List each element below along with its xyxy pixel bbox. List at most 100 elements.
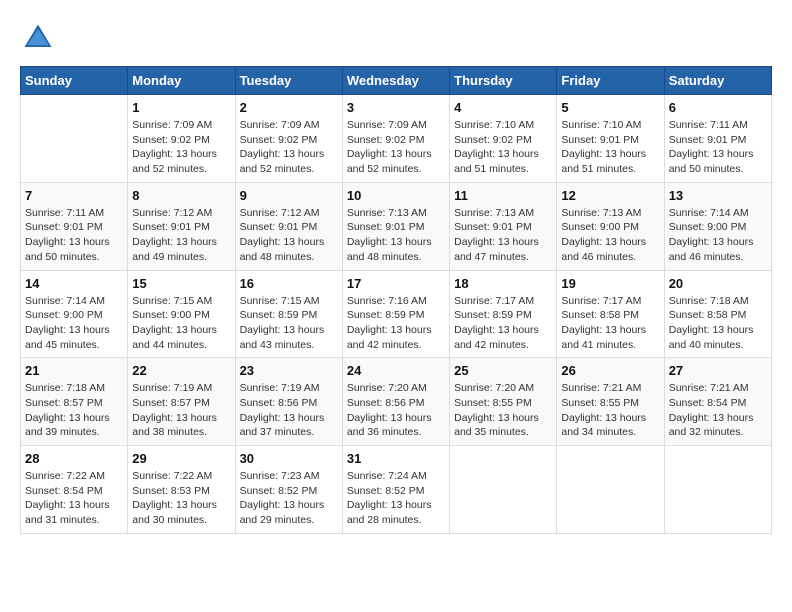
day-cell: 2Sunrise: 7:09 AMSunset: 9:02 PMDaylight… (235, 95, 342, 183)
day-number: 19 (561, 276, 659, 291)
day-cell (21, 95, 128, 183)
day-number: 25 (454, 363, 552, 378)
day-cell: 6 Sunrise: 7:11 AMSunset: 9:01 PMDaylight… (664, 95, 771, 183)
week-row-3: 14 Sunrise: 7:14 AMSunset: 9:00 PMDayligh… (21, 270, 772, 358)
day-number: 8 (132, 188, 230, 203)
day-number: 9 (240, 188, 338, 203)
day-info: Sunrise: 7:18 AMSunset: 8:57 PMDaylight:… (25, 381, 123, 440)
day-number: 12 (561, 188, 659, 203)
day-number: 21 (25, 363, 123, 378)
day-info: Sunrise: 7:19 AMSunset: 8:56 PMDaylight:… (240, 381, 338, 440)
day-number: 14 (25, 276, 123, 291)
day-info: Sunrise: 7:15 AMSunset: 9:00 PMDaylight:… (132, 294, 230, 353)
header-cell-sunday: Sunday (21, 67, 128, 95)
day-number: 5 (561, 100, 659, 115)
day-number: 15 (132, 276, 230, 291)
day-number: 1 (132, 100, 230, 115)
day-info: Sunrise: 7:24 AMSunset: 8:52 PMDaylight:… (347, 469, 445, 528)
page-header (20, 20, 772, 56)
day-number: 30 (240, 451, 338, 466)
day-cell: 21 Sunrise: 7:18 AMSunset: 8:57 PMDayligh… (21, 358, 128, 446)
day-cell: 1 Sunrise: 7:09 AMSunset: 9:02 PMDaylight… (128, 95, 235, 183)
day-cell: 26 Sunrise: 7:21 AMSunset: 8:55 PMDayligh… (557, 358, 664, 446)
header-cell-saturday: Saturday (664, 67, 771, 95)
day-number: 27 (669, 363, 767, 378)
day-cell (557, 446, 664, 534)
day-cell: 29 Sunrise: 7:22 AMSunset: 8:53 PMDayligh… (128, 446, 235, 534)
day-info: Sunrise: 7:11 AMSunset: 9:01 PMDaylight:… (669, 118, 767, 177)
day-cell: 7Sunrise: 7:11 AMSunset: 9:01 PMDaylight… (21, 182, 128, 270)
day-info: Sunrise: 7:09 AMSunset: 9:02 PMDaylight:… (240, 118, 338, 177)
day-number: 11 (454, 188, 552, 203)
day-cell: 10Sunrise: 7:13 AMSunset: 9:01 PMDayligh… (342, 182, 449, 270)
header-cell-monday: Monday (128, 67, 235, 95)
day-cell: 22 Sunrise: 7:19 AMSunset: 8:57 PMDayligh… (128, 358, 235, 446)
day-info: Sunrise: 7:14 AMSunset: 9:00 PMDaylight:… (25, 294, 123, 353)
day-info: Sunrise: 7:12 AMSunset: 9:01 PMDaylight:… (132, 206, 230, 265)
day-number: 29 (132, 451, 230, 466)
day-cell: 18 Sunrise: 7:17 AMSunset: 8:59 PMDayligh… (450, 270, 557, 358)
day-info: Sunrise: 7:20 AMSunset: 8:56 PMDaylight:… (347, 381, 445, 440)
day-cell: 14 Sunrise: 7:14 AMSunset: 9:00 PMDayligh… (21, 270, 128, 358)
day-number: 26 (561, 363, 659, 378)
day-info: Sunrise: 7:09 AMSunset: 9:02 PMDaylight:… (347, 118, 445, 177)
day-cell: 8 Sunrise: 7:12 AMSunset: 9:01 PMDaylight… (128, 182, 235, 270)
day-info: Sunrise: 7:19 AMSunset: 8:57 PMDaylight:… (132, 381, 230, 440)
day-cell: 30 Sunrise: 7:23 AMSunset: 8:52 PMDayligh… (235, 446, 342, 534)
day-info: Sunrise: 7:17 AMSunset: 8:58 PMDaylight:… (561, 294, 659, 353)
day-info: Sunrise: 7:12 AMSunset: 9:01 PMDaylight:… (240, 206, 338, 265)
day-cell (450, 446, 557, 534)
day-number: 28 (25, 451, 123, 466)
header-cell-friday: Friday (557, 67, 664, 95)
day-number: 20 (669, 276, 767, 291)
day-cell: 9 Sunrise: 7:12 AMSunset: 9:01 PMDaylight… (235, 182, 342, 270)
day-info: Sunrise: 7:20 AMSunset: 8:55 PMDaylight:… (454, 381, 552, 440)
day-info: Sunrise: 7:17 AMSunset: 8:59 PMDaylight:… (454, 294, 552, 353)
day-number: 4 (454, 100, 552, 115)
day-number: 18 (454, 276, 552, 291)
week-row-1: 1 Sunrise: 7:09 AMSunset: 9:02 PMDaylight… (21, 95, 772, 183)
day-number: 23 (240, 363, 338, 378)
calendar-table: SundayMondayTuesdayWednesdayThursdayFrid… (20, 66, 772, 534)
day-number: 17 (347, 276, 445, 291)
header-cell-tuesday: Tuesday (235, 67, 342, 95)
day-cell: 27Sunrise: 7:21 AMSunset: 8:54 PMDayligh… (664, 358, 771, 446)
day-info: Sunrise: 7:18 AMSunset: 8:58 PMDaylight:… (669, 294, 767, 353)
day-info: Sunrise: 7:21 AMSunset: 8:55 PMDaylight:… (561, 381, 659, 440)
day-cell: 5 Sunrise: 7:10 AMSunset: 9:01 PMDaylight… (557, 95, 664, 183)
day-info: Sunrise: 7:13 AMSunset: 9:00 PMDaylight:… (561, 206, 659, 265)
day-number: 31 (347, 451, 445, 466)
week-row-2: 7Sunrise: 7:11 AMSunset: 9:01 PMDaylight… (21, 182, 772, 270)
logo-icon (20, 20, 56, 56)
calendar-body: 1 Sunrise: 7:09 AMSunset: 9:02 PMDaylight… (21, 95, 772, 534)
day-number: 24 (347, 363, 445, 378)
logo (20, 20, 60, 56)
day-cell: 19 Sunrise: 7:17 AMSunset: 8:58 PMDayligh… (557, 270, 664, 358)
day-cell: 24 Sunrise: 7:20 AMSunset: 8:56 PMDayligh… (342, 358, 449, 446)
day-cell: 4Sunrise: 7:10 AMSunset: 9:02 PMDaylight… (450, 95, 557, 183)
day-cell: 3Sunrise: 7:09 AMSunset: 9:02 PMDaylight… (342, 95, 449, 183)
day-number: 6 (669, 100, 767, 115)
day-info: Sunrise: 7:22 AMSunset: 8:53 PMDaylight:… (132, 469, 230, 528)
day-info: Sunrise: 7:14 AMSunset: 9:00 PMDaylight:… (669, 206, 767, 265)
header-cell-thursday: Thursday (450, 67, 557, 95)
day-info: Sunrise: 7:23 AMSunset: 8:52 PMDaylight:… (240, 469, 338, 528)
header-row: SundayMondayTuesdayWednesdayThursdayFrid… (21, 67, 772, 95)
day-info: Sunrise: 7:10 AMSunset: 9:01 PMDaylight:… (561, 118, 659, 177)
day-cell: 20 Sunrise: 7:18 AMSunset: 8:58 PMDayligh… (664, 270, 771, 358)
day-cell: 17Sunrise: 7:16 AMSunset: 8:59 PMDayligh… (342, 270, 449, 358)
day-number: 13 (669, 188, 767, 203)
day-info: Sunrise: 7:09 AMSunset: 9:02 PMDaylight:… (132, 118, 230, 177)
day-number: 22 (132, 363, 230, 378)
week-row-4: 21 Sunrise: 7:18 AMSunset: 8:57 PMDayligh… (21, 358, 772, 446)
day-info: Sunrise: 7:15 AMSunset: 8:59 PMDaylight:… (240, 294, 338, 353)
day-cell: 12 Sunrise: 7:13 AMSunset: 9:00 PMDayligh… (557, 182, 664, 270)
day-number: 16 (240, 276, 338, 291)
day-info: Sunrise: 7:22 AMSunset: 8:54 PMDaylight:… (25, 469, 123, 528)
day-cell: 11Sunrise: 7:13 AMSunset: 9:01 PMDayligh… (450, 182, 557, 270)
day-cell: 15 Sunrise: 7:15 AMSunset: 9:00 PMDayligh… (128, 270, 235, 358)
day-number: 10 (347, 188, 445, 203)
day-info: Sunrise: 7:11 AMSunset: 9:01 PMDaylight:… (25, 206, 123, 265)
day-cell: 25 Sunrise: 7:20 AMSunset: 8:55 PMDayligh… (450, 358, 557, 446)
day-cell: 16 Sunrise: 7:15 AMSunset: 8:59 PMDayligh… (235, 270, 342, 358)
